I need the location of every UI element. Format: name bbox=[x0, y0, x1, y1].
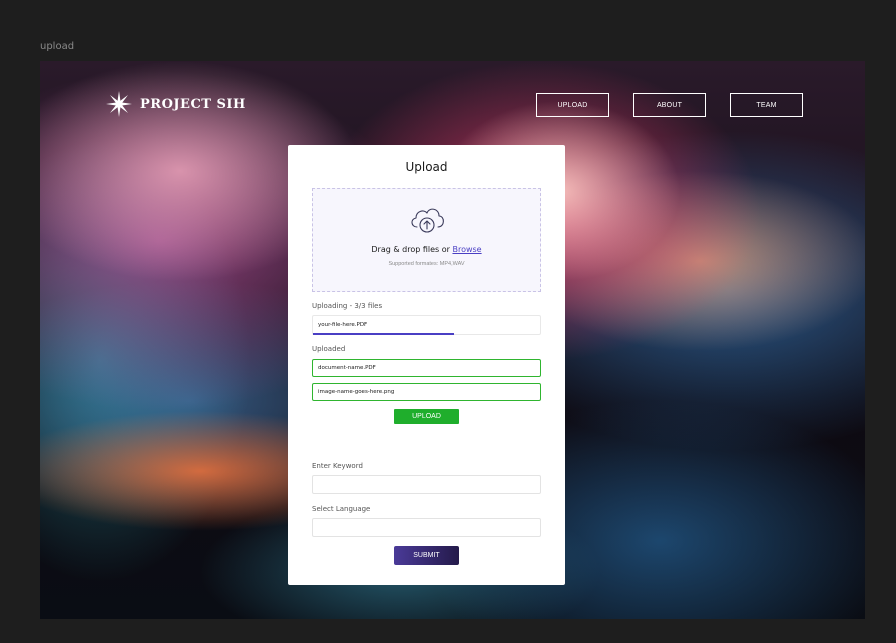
nav-about-button[interactable]: ABOUT bbox=[633, 93, 706, 117]
card-title: Upload bbox=[405, 160, 448, 174]
upload-card: Upload Drag & drop files or Browse Suppo… bbox=[288, 145, 565, 585]
dropzone-instructions: Drag & drop files or bbox=[371, 245, 453, 254]
upload-button[interactable]: UPLOAD bbox=[394, 409, 459, 424]
cloud-upload-icon bbox=[410, 208, 444, 233]
uploaded-label: Uploaded bbox=[312, 345, 346, 353]
brand-name: PROJECT SIH bbox=[140, 96, 246, 112]
brand[interactable]: PROJECT SIH bbox=[106, 91, 246, 117]
uploaded-file-row: image-name-goes-here.png bbox=[312, 383, 541, 401]
uploaded-file-row: document-name.PDF bbox=[312, 359, 541, 377]
upload-progress-fill bbox=[313, 333, 454, 335]
page-frame: PROJECT SIH UPLOAD ABOUT TEAM Upload Dra… bbox=[40, 61, 865, 619]
nav-upload-button[interactable]: UPLOAD bbox=[536, 93, 609, 117]
supported-formats: Supported formates: MP4,WAV bbox=[388, 261, 465, 267]
keyword-label: Enter Keyword bbox=[312, 462, 363, 470]
uploading-file-name: your-file-here.PDF bbox=[318, 322, 368, 328]
language-select[interactable] bbox=[312, 518, 541, 537]
uploading-label: Uploading - 3/3 files bbox=[312, 302, 383, 310]
upload-progress-bar bbox=[313, 333, 540, 335]
dropzone-text: Drag & drop files or Browse bbox=[371, 245, 481, 254]
dropzone[interactable]: Drag & drop files or Browse Supported fo… bbox=[312, 188, 541, 292]
nav-team-button[interactable]: TEAM bbox=[730, 93, 803, 117]
uploading-file-row: your-file-here.PDF bbox=[312, 315, 541, 335]
frame-label: upload bbox=[40, 41, 75, 52]
top-nav: UPLOAD ABOUT TEAM bbox=[536, 93, 803, 117]
keyword-input[interactable] bbox=[312, 475, 541, 494]
language-label: Select Language bbox=[312, 505, 371, 513]
browse-link[interactable]: Browse bbox=[452, 245, 481, 254]
submit-button[interactable]: SUBMIT bbox=[394, 546, 459, 565]
starburst-icon bbox=[106, 91, 132, 117]
